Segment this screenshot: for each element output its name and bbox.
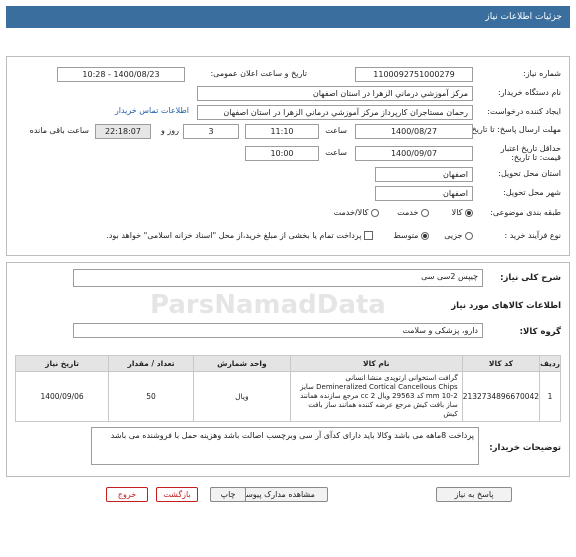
back-button[interactable]: بازگشت [156, 487, 198, 502]
days-label: روز و [161, 126, 179, 135]
city-field: اصفهان [375, 186, 473, 201]
category-label: طبقه بندی موضوعی: [490, 208, 561, 217]
cell-name: گرافت استخوانی ارتوپدی منشا انسانی Demin… [289, 371, 463, 422]
page-title: جزئیات اطلاعات نیاز [485, 12, 562, 22]
city-label: شهر محل تحویل: [503, 188, 561, 197]
print-button[interactable]: چاپ [210, 487, 246, 502]
row-category: طبقه بندی موضوعی: کالا خدمت کالا/خدمت [7, 206, 569, 222]
row-city: شهر محل تحویل: اصفهان [7, 186, 569, 202]
page-title-bar: جزئیات اطلاعات نیاز [6, 6, 570, 28]
col-code-header: کد کالا [461, 355, 541, 372]
summary-field: چیپس 2سی سی [73, 269, 483, 287]
process-option-medium[interactable]: متوسط [393, 231, 429, 240]
creator-field: رحمان مستاجران کارپرداز مرکز آموزشي درما… [197, 105, 473, 120]
announce-label: تاریخ و ساعت اعلان عمومی: [210, 69, 307, 78]
table-header-row: ردیف کد کالا نام کالا واحد شمارش تعداد /… [14, 355, 561, 372]
need-number-label: شماره نیاز: [523, 69, 561, 78]
buyer-notes-label: توضیحات خریدار: [489, 443, 561, 453]
need-number-field: 1100092751000279 [355, 67, 473, 82]
checkbox-icon[interactable] [364, 231, 373, 240]
announce-field: 1400/08/23 - 10:28 [57, 67, 185, 82]
exit-button[interactable]: خروج [106, 487, 148, 502]
col-unit-header: واحد شمارش [192, 355, 291, 372]
deadline-time-field: 11:10 [245, 124, 319, 139]
row-province: استان محل تحویل: اصفهان [7, 167, 569, 183]
cell-code: 2132734896670042 [461, 371, 541, 422]
goods-section-title: اطلاعات کالاهای مورد نیاز [451, 301, 561, 311]
row-validity: حداقل تاریخ اعتبار قیمت: تا تاریخ: 1400/… [7, 144, 569, 162]
col-index-header: ردیف [539, 355, 561, 372]
radio-icon[interactable] [465, 231, 473, 240]
category-option-goods-service[interactable]: کالا/خدمت [334, 208, 379, 217]
row-need-number: شماره نیاز: 1100092751000279 تاریخ و ساع… [7, 67, 569, 83]
row-creator: ایجاد کننده درخواست: رحمان مستاجران کارپ… [7, 105, 569, 121]
province-label: استان محل تحویل: [498, 169, 561, 178]
remaining-time-field: 22:18:07 [95, 124, 151, 139]
days-field: 3 [183, 124, 239, 139]
validity-date-field: 1400/09/07 [355, 146, 473, 161]
cell-index: 1 [539, 371, 561, 422]
col-name-header: نام کالا [289, 355, 463, 372]
radio-selected-icon[interactable] [465, 208, 473, 217]
treasury-payment-option[interactable]: پرداخت تمام یا بخشی از مبلغ خرید،از محل … [106, 231, 373, 240]
cell-unit: ویال [192, 371, 291, 422]
row-deadline: مهلت ارسال پاسخ: تا تاریخ: 1400/08/27 سا… [7, 124, 569, 140]
group-field: دارو، پزشکی و سلامت [73, 323, 483, 338]
row-buyer: نام دستگاه خریدار: مرکز آموزشي درماني ال… [7, 86, 569, 102]
creator-label: ایجاد کننده درخواست: [487, 107, 561, 116]
col-qty-header: تعداد / مقدار [108, 355, 194, 372]
need-details-panel: شماره نیاز: 1100092751000279 تاریخ و ساع… [6, 56, 570, 256]
buyer-notes-field: پرداخت 8ماهه می باشد وکالا باید دارای کد… [91, 427, 479, 465]
group-label: گروه کالا: [519, 327, 561, 337]
deadline-label: مهلت ارسال پاسخ: تا تاریخ: [468, 125, 561, 134]
process-option-minor[interactable]: جزیی [444, 231, 473, 240]
validity-label: حداقل تاریخ اعتبار قیمت: تا تاریخ: [500, 144, 561, 162]
col-date-header: تاریخ نیاز [14, 355, 110, 372]
items-table: ردیف کد کالا نام کالا واحد شمارش تعداد /… [14, 355, 561, 422]
cell-date: 1400/09/06 [14, 371, 110, 422]
buyer-label: نام دستگاه خریدار: [498, 88, 561, 97]
buyer-field: مرکز آموزشي درماني الزهرا در استان اصفها… [197, 86, 473, 101]
category-option-goods[interactable]: کالا [452, 208, 473, 217]
radio-selected-icon[interactable] [421, 231, 429, 240]
deadline-time-label: ساعت [325, 126, 347, 135]
province-field: اصفهان [375, 167, 473, 182]
table-row: 1 2132734896670042 گرافت استخوانی ارتوپد… [14, 371, 561, 422]
buyer-contact-link[interactable]: اطلاعات تماس خریدار [115, 106, 189, 115]
reply-button[interactable]: پاسخ به نیاز [436, 487, 512, 502]
validity-time-label: ساعت [325, 148, 347, 157]
cell-qty: 50 [108, 371, 194, 422]
validity-time-field: 10:00 [245, 146, 319, 161]
category-option-service[interactable]: خدمت [397, 208, 429, 217]
deadline-date-field: 1400/08/27 [355, 124, 473, 139]
summary-label: شرح کلی نیاز: [500, 273, 561, 283]
remaining-label: ساعت باقی مانده [29, 126, 89, 135]
row-process: نوع فرآیند خرید : جزیی متوسط پرداخت تمام… [7, 229, 569, 245]
need-items-panel: شرح کلی نیاز: چیپس 2سی سی اطلاعات کالاها… [6, 262, 570, 477]
process-label: نوع فرآیند خرید : [504, 231, 561, 240]
radio-icon[interactable] [371, 208, 379, 217]
radio-icon[interactable] [421, 208, 429, 217]
